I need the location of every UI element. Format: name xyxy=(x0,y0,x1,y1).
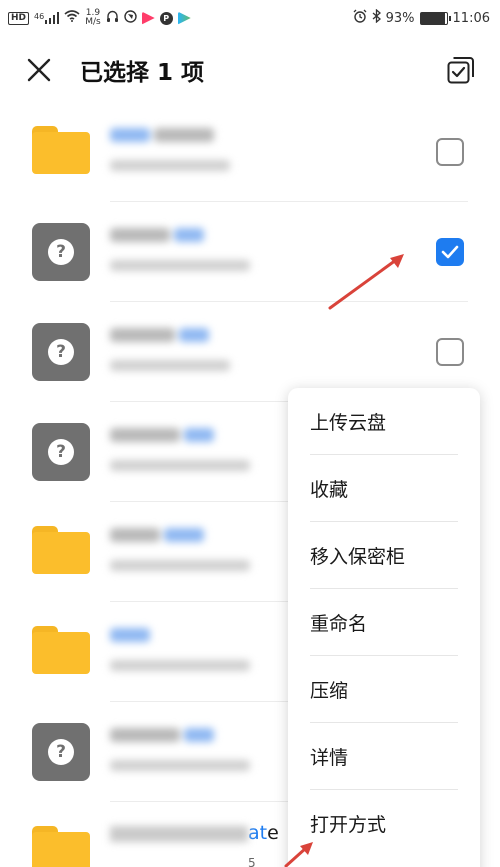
wifi-icon xyxy=(64,10,80,26)
network-speed-unit: M/s xyxy=(85,17,101,27)
bluetooth-icon xyxy=(372,8,381,27)
select-all-icon xyxy=(447,57,474,84)
select-all-button[interactable] xyxy=(446,55,476,85)
row-checkbox[interactable] xyxy=(436,338,464,366)
name-suffix: e xyxy=(267,822,279,844)
blurred-file-info xyxy=(110,428,250,472)
page-title: 已选择 1 项 xyxy=(80,60,205,86)
menu-item-compress[interactable]: 压缩 xyxy=(310,656,480,723)
close-icon xyxy=(27,58,51,82)
network-type-label: 46 xyxy=(34,12,45,21)
menu-item-open-with[interactable]: 打开方式 xyxy=(310,790,480,857)
unknown-file-icon: ? xyxy=(32,423,90,481)
status-bar: HD 46 1.9 M/s P 93% 11:06 xyxy=(0,0,500,36)
folder-icon xyxy=(32,123,90,181)
annotation-arrow-icon xyxy=(328,254,404,310)
row-checkbox[interactable] xyxy=(436,138,464,166)
checkmark-icon xyxy=(441,245,459,259)
file-row[interactable] xyxy=(0,102,500,202)
unknown-file-icon: ? xyxy=(32,323,90,381)
annotation-arrow-icon xyxy=(284,842,313,867)
hd-badge: HD xyxy=(8,11,30,25)
status-bar-right: 93% 11:06 xyxy=(353,8,490,27)
browser-icon xyxy=(124,9,137,27)
context-menu: 上传云盘 收藏 移入保密柜 重命名 压缩 详情 打开方式 xyxy=(288,388,480,867)
menu-item-rename[interactable]: 重命名 xyxy=(310,589,480,656)
blurred-file-info xyxy=(110,628,250,672)
partial-file-name: ate xyxy=(110,822,279,844)
folder-icon xyxy=(32,823,90,867)
folder-icon xyxy=(32,523,90,581)
blurred-file-info xyxy=(110,128,250,172)
play-store-icon xyxy=(177,11,191,25)
signal-icon: 46 xyxy=(34,12,60,24)
menu-item-move-to-safe[interactable]: 移入保密柜 xyxy=(310,522,480,589)
blurred-name-part xyxy=(110,825,248,842)
blurred-file-info xyxy=(110,528,250,572)
file-row[interactable]: ? xyxy=(0,302,500,402)
menu-item-upload-cloud[interactable]: 上传云盘 xyxy=(310,388,480,455)
blurred-file-info xyxy=(110,328,250,372)
menu-item-favorite[interactable]: 收藏 xyxy=(310,455,480,522)
blurred-file-info xyxy=(110,728,250,772)
selection-header: 已选择 1 项 xyxy=(0,40,500,100)
battery-fill xyxy=(420,12,445,24)
network-speed: 1.9 M/s xyxy=(85,9,101,27)
alarm-icon xyxy=(353,9,367,27)
battery-icon xyxy=(419,11,451,25)
video-app-icon xyxy=(141,11,155,25)
headset-icon xyxy=(106,10,119,27)
unknown-file-icon: ? xyxy=(32,723,90,781)
file-row[interactable]: ? xyxy=(0,202,500,302)
name-suffix-accent: at xyxy=(248,822,268,844)
unknown-file-icon: ? xyxy=(32,223,90,281)
blurred-file-info xyxy=(110,228,250,272)
partial-file-sub: 5 xyxy=(248,856,256,867)
folder-icon xyxy=(32,623,90,681)
close-button[interactable] xyxy=(24,55,54,85)
clock: 11:06 xyxy=(452,10,490,26)
menu-item-details[interactable]: 详情 xyxy=(310,723,480,790)
status-bar-left: HD 46 1.9 M/s P xyxy=(8,9,191,27)
battery-percent: 93% xyxy=(385,10,415,26)
p-app-icon: P xyxy=(159,11,173,25)
row-checkbox-checked[interactable] xyxy=(436,238,464,266)
